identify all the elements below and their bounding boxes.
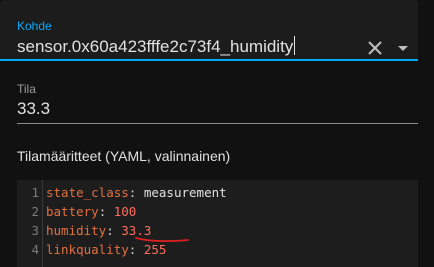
entity-picker[interactable]: Kohde sensor.0x60a423fffe2c73f4_humidity	[0, 0, 418, 61]
entity-input-text: sensor.0x60a423fffe2c73f4_humidity	[17, 37, 294, 56]
yaml-key: battery	[46, 204, 99, 219]
yaml-separator: :	[128, 185, 144, 200]
chevron-down-icon	[398, 46, 408, 51]
dropdown-button[interactable]	[394, 39, 412, 57]
entity-field-underline	[0, 59, 418, 61]
yaml-code-editor[interactable]: 1 state_class: measurement 2 battery: 10…	[17, 180, 418, 267]
clear-button[interactable]	[364, 37, 386, 59]
attributes-heading: Tilamääritteet (YAML, valinnainen)	[17, 148, 231, 164]
line-number: 4	[31, 242, 39, 257]
yaml-separator: :	[128, 242, 144, 257]
yaml-separator: :	[106, 223, 122, 238]
yaml-value: 100	[113, 204, 137, 219]
entity-input[interactable]: sensor.0x60a423fffe2c73f4_humidity	[17, 36, 296, 57]
line-number: 3	[31, 223, 39, 238]
yaml-separator: :	[98, 204, 114, 219]
entity-state-editor: Kohde sensor.0x60a423fffe2c73f4_humidity…	[0, 0, 434, 267]
state-field[interactable]: Tila 33.3	[0, 74, 418, 124]
yaml-key: linkquality	[46, 242, 129, 257]
close-icon	[368, 41, 382, 55]
state-label: Tila	[17, 82, 36, 96]
state-input[interactable]: 33.3	[17, 99, 50, 119]
line-number: 1	[31, 185, 39, 200]
state-field-underline	[17, 123, 418, 124]
yaml-key: humidity	[46, 223, 107, 238]
yaml-value: 255	[143, 242, 167, 257]
yaml-key: state_class	[46, 185, 129, 200]
line-number: 2	[31, 204, 39, 219]
text-cursor	[294, 36, 296, 55]
entity-label: Kohde	[17, 19, 52, 33]
yaml-value: measurement	[143, 185, 227, 200]
annotation-underline	[135, 237, 189, 243]
